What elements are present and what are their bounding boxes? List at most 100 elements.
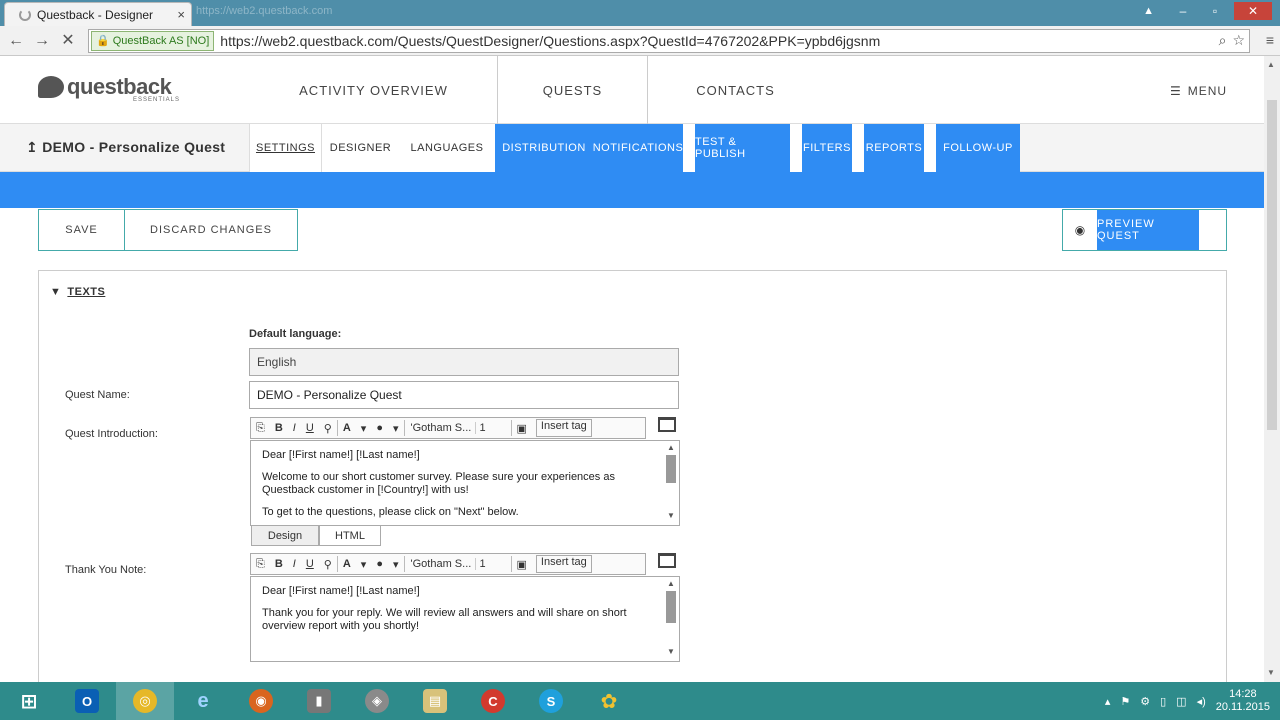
questback-logo[interactable]: questback ESSENTIALS <box>38 76 179 103</box>
paste-icon[interactable]: ⎘ <box>251 554 270 574</box>
url-text[interactable]: https://web2.questback.com/Quests/QuestD… <box>220 33 880 49</box>
bold-button[interactable]: B <box>270 418 288 438</box>
font-size-select[interactable]: 1 <box>474 422 511 434</box>
page-scrollbar[interactable]: ▲ ▼ <box>1264 56 1280 682</box>
expand-editor-icon[interactable] <box>658 553 676 568</box>
browser-tab-active[interactable]: Questback - Designer × <box>4 2 192 26</box>
nav-quests[interactable]: QUESTS <box>498 56 648 124</box>
taskbar-app-chrome[interactable]: ◎ <box>116 682 174 720</box>
tab-follow-up[interactable]: FOLLOW-UP <box>936 124 1020 172</box>
close-window-button[interactable]: ✕ <box>1234 2 1272 20</box>
tab-title: Questback - Designer <box>37 7 154 22</box>
thanks-editor-content[interactable]: Dear [!First name!] [!Last name!] Thank … <box>250 576 680 662</box>
scroll-thumb[interactable] <box>666 455 676 483</box>
intro-editor-content[interactable]: Dear [!First name!] [!Last name!] Welcom… <box>250 440 680 526</box>
preview-quest-button[interactable]: ◉ PREVIEW QUEST <box>1062 209 1227 251</box>
insert-image-icon[interactable]: ▣ <box>512 554 532 574</box>
scroll-up-icon[interactable]: ▲ <box>665 579 677 589</box>
network-icon[interactable]: ◫ <box>1176 695 1186 708</box>
taskbar-app-skype[interactable]: S <box>522 682 580 720</box>
font-color-button[interactable]: A <box>338 418 356 438</box>
page-scroll-up-icon[interactable]: ▲ <box>1267 60 1275 69</box>
tab-close-icon[interactable]: × <box>177 7 185 22</box>
italic-button[interactable]: I <box>288 554 301 574</box>
action-center-flag-icon[interactable]: ⚑ <box>1120 695 1130 708</box>
stop-icon[interactable]: ✕ <box>58 31 78 51</box>
scroll-thumb[interactable] <box>666 591 676 623</box>
background-color-button[interactable]: ● <box>371 418 388 438</box>
taskbar-app-c[interactable]: C <box>464 682 522 720</box>
browser-tab-background[interactable]: https://web2.questback.com <box>196 5 396 19</box>
browser-menu-icon[interactable]: ≡ <box>1266 32 1274 48</box>
thanks-scrollbar[interactable]: ▲ ▼ <box>665 579 677 659</box>
bold-button[interactable]: B <box>270 554 288 574</box>
background-color-dropdown-icon[interactable]: ▾ <box>388 418 404 438</box>
taskbar-app-outlook[interactable]: O <box>58 682 116 720</box>
tab-distribution[interactable]: DISTRIBUTION <box>495 124 593 172</box>
bookmark-star-icon[interactable]: ☆ <box>1232 32 1245 49</box>
link-icon[interactable]: ⚲ <box>319 554 337 574</box>
taskbar-app-network[interactable]: ◈ <box>348 682 406 720</box>
expand-editor-icon[interactable] <box>658 417 676 432</box>
tab-filters[interactable]: FILTERS <box>802 124 852 172</box>
insert-tag-button[interactable]: Insert tag <box>535 555 592 573</box>
link-icon[interactable]: ⚲ <box>319 418 337 438</box>
taskbar-app-explorer[interactable]: ▤ <box>406 682 464 720</box>
paste-icon[interactable]: ⎘ <box>251 418 270 438</box>
minimize-button[interactable]: – <box>1170 2 1196 20</box>
font-color-dropdown-icon[interactable]: ▾ <box>356 418 372 438</box>
tab-languages[interactable]: LANGUAGES <box>399 124 495 172</box>
quest-name-input[interactable]: DEMO - Personalize Quest <box>249 381 679 409</box>
taskbar-app-firefox[interactable]: ◉ <box>232 682 290 720</box>
html-mode-tab[interactable]: HTML <box>319 526 381 546</box>
tab-designer[interactable]: DESIGNER <box>321 124 399 172</box>
italic-button[interactable]: I <box>288 418 301 438</box>
window-controls: ▲ – ▫ ✕ <box>1143 2 1272 20</box>
nav-activity-overview[interactable]: ACTIVITY OVERVIEW <box>250 56 498 124</box>
intro-scrollbar[interactable]: ▲ ▼ <box>665 443 677 523</box>
volume-icon[interactable]: ◂) <box>1197 695 1206 708</box>
battery-icon[interactable]: ▯ <box>1160 695 1166 708</box>
tab-settings[interactable]: SETTINGS <box>249 124 321 172</box>
tab-notifications[interactable]: NOTIFICATIONS <box>593 124 683 172</box>
design-mode-tab[interactable]: Design <box>251 526 319 546</box>
collapse-triangle-icon: ▼ <box>50 286 62 298</box>
font-family-select[interactable]: 'Gotham S... <box>405 422 475 434</box>
start-button[interactable]: ⊞ <box>0 682 58 720</box>
taskbar-app-flower[interactable]: ✿ <box>580 682 638 720</box>
ev-certificate-badge[interactable]: 🔒 QuestBack AS [NO] <box>91 31 215 51</box>
settings-tray-icon[interactable]: ⚙ <box>1140 695 1150 708</box>
taskbar-app-tool[interactable]: ▮ <box>290 682 348 720</box>
zoom-icon[interactable]: ⌕ <box>1219 32 1227 49</box>
menu-button[interactable]: ☰ MENU <box>1170 84 1227 98</box>
tab-test-publish[interactable]: TEST & PUBLISH <box>695 124 790 172</box>
font-color-dropdown-icon[interactable]: ▾ <box>356 554 372 574</box>
underline-button[interactable]: U <box>301 418 319 438</box>
back-arrow-icon[interactable]: ← <box>6 31 26 51</box>
maximize-button[interactable]: ▫ <box>1202 2 1228 20</box>
font-family-select[interactable]: 'Gotham S... <box>405 558 475 570</box>
taskbar-app-ie[interactable]: e <box>174 682 232 720</box>
tray-expand-icon[interactable]: ▴ <box>1105 695 1111 708</box>
texts-section-toggle[interactable]: ▼ TEXTS <box>50 286 105 298</box>
font-color-button[interactable]: A <box>338 554 356 574</box>
url-input[interactable]: 🔒 QuestBack AS [NO] https://web2.questba… <box>88 29 1250 53</box>
discard-changes-button[interactable]: DISCARD CHANGES <box>125 210 297 250</box>
scroll-down-icon[interactable]: ▼ <box>665 511 677 521</box>
user-icon[interactable]: ▲ <box>1143 5 1154 17</box>
save-button[interactable]: SAVE <box>39 210 125 250</box>
insert-tag-button[interactable]: Insert tag <box>535 419 592 437</box>
scroll-down-icon[interactable]: ▼ <box>665 647 677 657</box>
background-color-button[interactable]: ● <box>371 554 388 574</box>
font-size-select[interactable]: 1 <box>474 558 511 570</box>
forward-arrow-icon[interactable]: → <box>32 31 52 51</box>
clock[interactable]: 14:28 20.11.2015 <box>1216 688 1270 714</box>
insert-image-icon[interactable]: ▣ <box>512 418 532 438</box>
background-color-dropdown-icon[interactable]: ▾ <box>388 554 404 574</box>
page-scroll-thumb[interactable] <box>1267 100 1277 430</box>
underline-button[interactable]: U <box>301 554 319 574</box>
tab-reports[interactable]: REPORTS <box>864 124 924 172</box>
scroll-up-icon[interactable]: ▲ <box>665 443 677 453</box>
page-scroll-down-icon[interactable]: ▼ <box>1267 668 1275 677</box>
nav-contacts[interactable]: CONTACTS <box>648 56 823 124</box>
